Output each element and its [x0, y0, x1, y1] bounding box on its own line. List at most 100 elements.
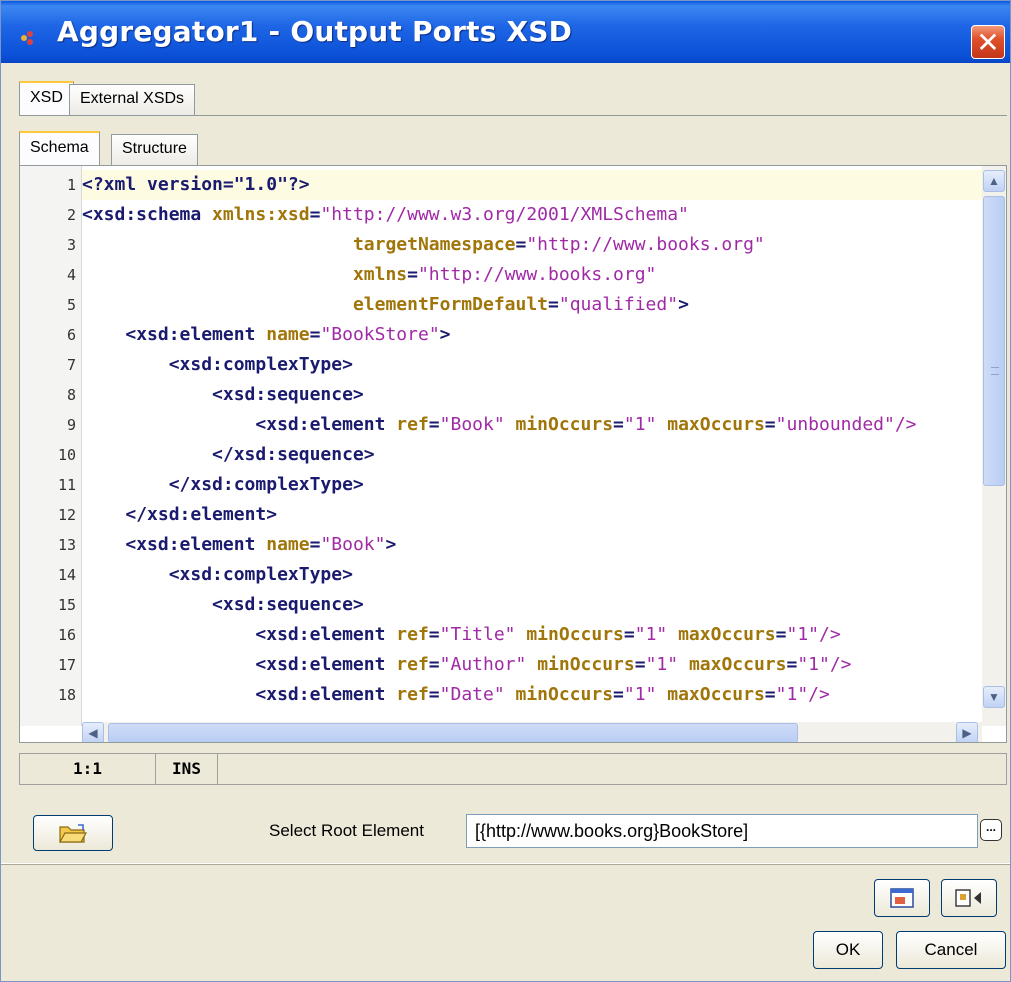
code-token: =: [764, 414, 776, 435]
horizontal-scroll-thumb[interactable]: [108, 723, 798, 742]
code-line[interactable]: targetNamespace="http://www.books.org": [82, 230, 982, 260]
code-token: =: [775, 624, 787, 645]
scroll-right-button[interactable]: ▶: [956, 722, 978, 742]
code-token: <xsd:schema: [82, 204, 213, 225]
code-token: maxOccurs: [678, 624, 776, 645]
code-token: "1": [623, 414, 668, 435]
code-line[interactable]: <xsd:complexType>: [82, 560, 982, 590]
code-line[interactable]: <xsd:element name="BookStore">: [82, 320, 982, 350]
code-token: =: [786, 654, 798, 675]
code-token: maxOccurs: [667, 684, 765, 705]
code-line[interactable]: <xsd:sequence>: [82, 590, 982, 620]
code-line[interactable]: <xsd:element ref="Date" minOccurs="1" ma…: [82, 680, 982, 710]
code-line[interactable]: <xsd:sequence>: [82, 380, 982, 410]
code-line[interactable]: <xsd:element ref="Author" minOccurs="1" …: [82, 650, 982, 680]
code-token: =: [515, 234, 527, 255]
export-button[interactable]: [941, 879, 997, 917]
code-token: "http://www.w3.org/2001/XMLSchema": [320, 204, 689, 225]
ok-button[interactable]: OK: [813, 931, 883, 969]
code-token: <xsd:sequence>: [212, 384, 364, 405]
code-token: =: [613, 684, 624, 705]
line-number: 14: [57, 566, 76, 584]
code-token: "Date": [439, 684, 516, 705]
code-token: =: [613, 414, 624, 435]
code-token: >: [678, 294, 689, 315]
xsd-code-editor[interactable]: 1 2 3 4 5 6 7 8 9 10 11 12 13 14 15 16 17 18 <?xml versio…: [19, 165, 1007, 743]
line-number: 12: [57, 506, 76, 524]
scroll-up-button[interactable]: ▲: [983, 170, 1005, 192]
folder-open-icon: [58, 824, 88, 843]
title-bar[interactable]: Aggregator1 - Output Ports XSD ✕: [1, 1, 1010, 63]
line-number: 18: [57, 686, 76, 704]
code-token: "Author": [439, 654, 538, 675]
code-token: <xsd:complexType>: [168, 354, 353, 375]
line-number: 5: [66, 296, 76, 314]
code-line[interactable]: <xsd:element ref="Book" minOccurs="1" ma…: [82, 410, 982, 440]
vertical-scrollbar[interactable]: ▲ ▼: [982, 166, 1006, 726]
code-token: targetNamespace: [352, 234, 516, 255]
tab-external-xsds[interactable]: External XSDs: [69, 84, 196, 115]
code-token: =: [764, 684, 776, 705]
tab-divider: [19, 115, 1007, 116]
open-file-button[interactable]: [33, 815, 113, 851]
code-line[interactable]: <xsd:element name="Book">: [82, 530, 982, 560]
code-line[interactable]: <?xml version="1.0"?>: [82, 170, 982, 200]
tab-xsd[interactable]: XSD: [19, 81, 74, 116]
code-line[interactable]: </xsd:element>: [82, 500, 982, 530]
code-token: name: [266, 534, 310, 555]
export-icon: [955, 889, 981, 907]
code-line[interactable]: <xsd:complexType>: [82, 350, 982, 380]
tab-schema[interactable]: Schema: [19, 131, 100, 166]
code-token: maxOccurs: [688, 654, 787, 675]
horizontal-scrollbar[interactable]: ◀ ▶: [82, 722, 982, 742]
code-line[interactable]: xmlns="http://www.books.org": [82, 260, 982, 290]
code-area[interactable]: <?xml version="1.0"?> <xsd:schema xmlns:x…: [82, 166, 982, 726]
browse-root-button[interactable]: ...: [980, 819, 1002, 841]
line-number: 2: [66, 206, 76, 224]
code-token: xmlns:xsd: [212, 204, 310, 225]
close-button[interactable]: ✕: [971, 25, 1005, 59]
app-icon: [21, 31, 39, 45]
tab-structure[interactable]: Structure: [111, 134, 198, 165]
scroll-down-button[interactable]: ▼: [983, 686, 1005, 708]
preview-button[interactable]: [874, 879, 930, 917]
code-token: =: [548, 294, 559, 315]
code-line[interactable]: </xsd:sequence>: [82, 440, 982, 470]
code-token: "http://www.books.org": [417, 264, 657, 285]
insert-mode: INS: [156, 754, 218, 784]
code-token: minOccurs: [515, 684, 614, 705]
root-element-label: Select Root Element: [269, 821, 424, 840]
code-line[interactable]: elementFormDefault="qualified">: [82, 290, 982, 320]
dialog-window: Aggregator1 - Output Ports XSD ✕ XSD Ext…: [0, 0, 1011, 982]
code-line[interactable]: </xsd:complexType>: [82, 470, 982, 500]
code-token: =: [428, 684, 440, 705]
code-token: <xsd:element: [255, 624, 397, 645]
code-token: <xsd:element: [255, 414, 397, 435]
line-number: 11: [57, 476, 76, 494]
code-token: </xsd:sequence>: [212, 444, 375, 465]
line-number: 4: [66, 266, 76, 284]
code-token: </xsd:complexType>: [168, 474, 364, 495]
code-line[interactable]: <xsd:schema xmlns:xsd="http://www.w3.org…: [82, 200, 982, 230]
code-token: ref: [396, 414, 429, 435]
line-number: 3: [66, 236, 76, 254]
code-token: maxOccurs: [667, 414, 765, 435]
code-line[interactable]: <xsd:element ref="Title" minOccurs="1" m…: [82, 620, 982, 650]
root-element-field[interactable]: [{http://www.books.org}BookStore]: [466, 814, 978, 848]
vertical-scroll-thumb[interactable]: [983, 196, 1005, 486]
line-number-gutter: 1 2 3 4 5 6 7 8 9 10 11 12 13 14 15 16 17 18: [20, 166, 82, 726]
code-token: =: [309, 324, 321, 345]
code-token: "1"/>: [786, 624, 841, 645]
code-token: =: [428, 414, 440, 435]
code-token: =: [428, 624, 440, 645]
cancel-button[interactable]: Cancel: [896, 931, 1006, 969]
scroll-left-button[interactable]: ◀: [82, 722, 104, 742]
line-number: 10: [57, 446, 76, 464]
